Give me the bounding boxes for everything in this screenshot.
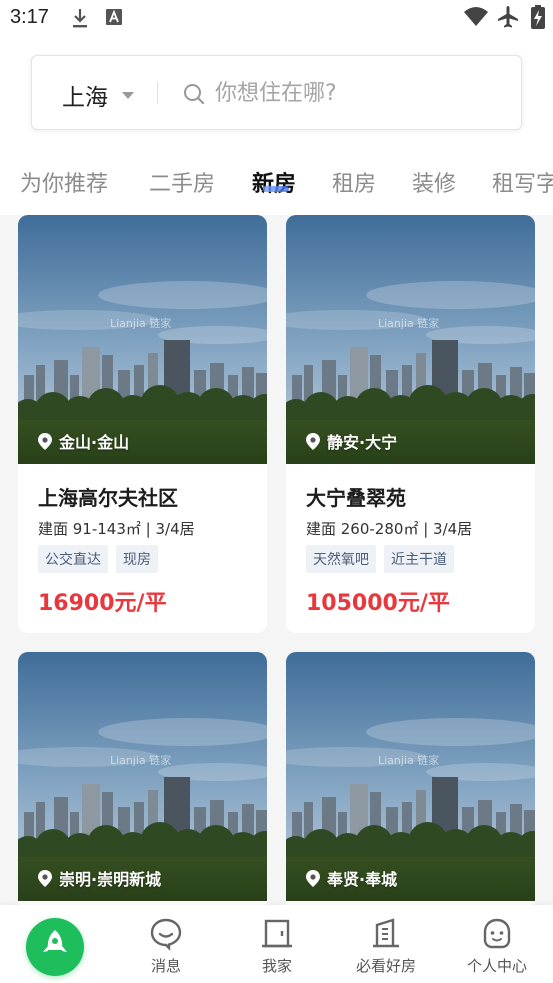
tag: 现房 (116, 545, 158, 573)
watermark-text: Lianjia 链家 (110, 316, 171, 330)
tab-new-homes[interactable]: 新房 (252, 166, 296, 198)
listing-tags: 公交直达 现房 (38, 545, 166, 573)
nav-my-home[interactable]: 我家 (232, 917, 322, 976)
search-input[interactable] (215, 78, 495, 108)
listing-card[interactable]: Lianjia 链家 奉贤·奉城 (286, 652, 535, 912)
building-icon (373, 918, 399, 948)
message-icon (150, 918, 182, 951)
city-selector[interactable]: 上海 (62, 78, 108, 112)
location-pin-icon (38, 869, 52, 887)
active-tab-indicator (263, 186, 289, 192)
listing-card[interactable]: Lianjia 链家 崇明·崇明新城 (18, 652, 267, 912)
tag: 近主干道 (384, 545, 454, 573)
back-to-top-button[interactable]: TOP (26, 918, 84, 976)
watermark-text: Lianjia 链家 (378, 753, 439, 767)
status-bar: 3:17 (0, 0, 553, 38)
listing-location: 崇明·崇明新城 (38, 866, 161, 890)
rocket-icon: TOP (43, 930, 67, 962)
tab-second-hand[interactable]: 二手房 (149, 166, 215, 198)
tab-recommend[interactable]: 为你推荐 (20, 166, 108, 198)
status-time: 3:17 (10, 6, 49, 28)
listing-title: 上海高尔夫社区 (38, 486, 178, 510)
listing-photo: Lianjia 链家 (18, 652, 267, 901)
listing-location: 奉贤·奉城 (306, 866, 397, 890)
location-pin-icon (38, 432, 52, 450)
nav-profile[interactable]: 个人中心 (452, 917, 542, 976)
listing-price: 16900元/平 (38, 591, 167, 616)
location-label: 崇明·崇明新城 (59, 870, 162, 889)
listing-card[interactable]: Lianjia 链家 金山·金山 上海高尔夫社区 建面 91-143㎡ | 3/… (18, 215, 267, 633)
category-tabs: 为你推荐 二手房 新房 租房 装修 租写字 (0, 160, 553, 205)
tag: 天然氧吧 (306, 545, 376, 573)
location-label: 金山·金山 (59, 433, 130, 452)
nav-label: 个人中心 (466, 957, 527, 975)
listing-card[interactable]: Lianjia 链家 静安·大宁 大宁叠翠苑 建面 260-280㎡ | 3/4… (286, 215, 535, 633)
tab-office-rent[interactable]: 租写字 (492, 166, 553, 198)
listing-price: 105000元/平 (306, 591, 450, 616)
listing-spec: 建面 91-143㎡ | 3/4居 (38, 520, 195, 538)
search-divider (157, 82, 158, 104)
caret-down-icon[interactable] (122, 92, 134, 99)
battery-charging-icon (531, 5, 545, 29)
location-label: 静安·大宁 (327, 433, 398, 452)
home-icon (262, 919, 292, 948)
bottom-nav: TOP 消息 我家 必看好房 个人中心 (0, 905, 553, 983)
profile-icon (483, 918, 511, 949)
location-pin-icon (306, 432, 320, 450)
listing-photo: Lianjia 链家 (286, 652, 535, 901)
nav-label: 必看好房 (355, 957, 416, 975)
download-icon (73, 9, 87, 28)
listing-tags: 天然氧吧 近主干道 (306, 545, 462, 573)
airplane-icon (498, 6, 518, 28)
location-label: 奉贤·奉城 (327, 870, 398, 889)
nav-label: 消息 (150, 957, 181, 975)
watermark-text: Lianjia 链家 (378, 316, 439, 330)
tab-renovation[interactable]: 装修 (412, 166, 456, 198)
nav-messages[interactable]: 消息 (121, 917, 211, 976)
listing-photo: Lianjia 链家 (286, 215, 535, 464)
search-icon (184, 84, 205, 105)
listing-location: 金山·金山 (38, 429, 129, 453)
search-bar: 上海 (31, 55, 522, 130)
location-pin-icon (306, 869, 320, 887)
font-a-icon (106, 9, 122, 25)
listing-location: 静安·大宁 (306, 429, 397, 453)
nav-must-see[interactable]: 必看好房 (341, 917, 431, 976)
tab-rent[interactable]: 租房 (332, 166, 376, 198)
top-label: TOP (47, 954, 63, 962)
listing-spec: 建面 260-280㎡ | 3/4居 (306, 520, 473, 538)
tag: 公交直达 (38, 545, 108, 573)
wifi-icon (464, 7, 488, 26)
nav-label: 我家 (261, 957, 292, 975)
watermark-text: Lianjia 链家 (110, 753, 171, 767)
listing-photo: Lianjia 链家 (18, 215, 267, 464)
listing-title: 大宁叠翠苑 (306, 486, 406, 510)
